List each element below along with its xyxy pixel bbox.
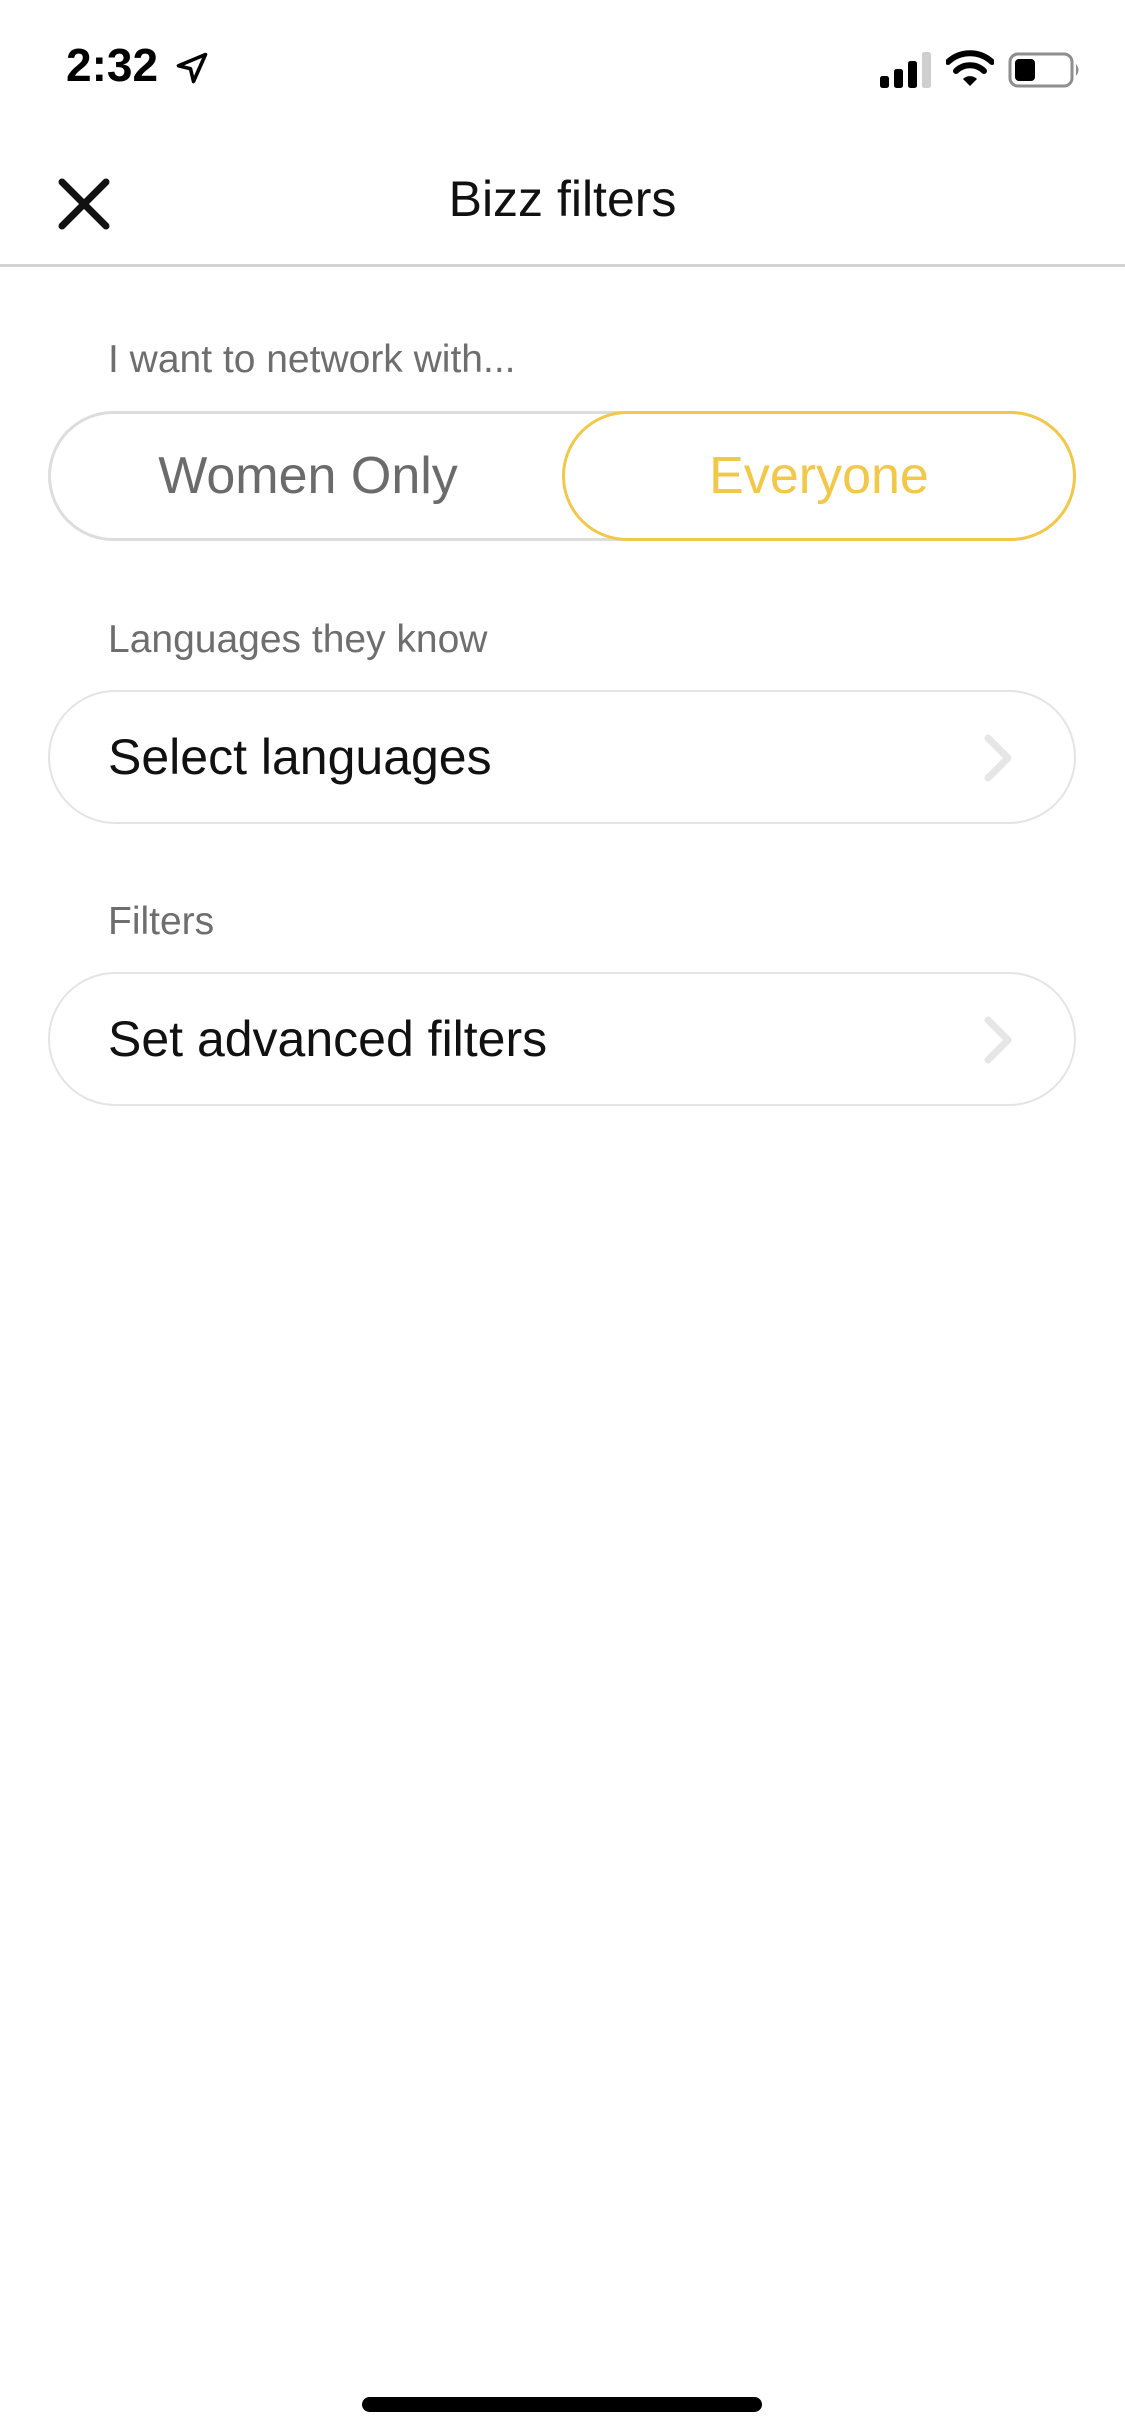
network-section-label: I want to network with... xyxy=(108,338,516,381)
network-segmented-control: Women Only Everyone xyxy=(48,411,1076,541)
advanced-filters-label: Set advanced filters xyxy=(108,1011,548,1067)
languages-section-label: Languages they know xyxy=(108,618,488,661)
cellular-signal-icon xyxy=(880,52,931,88)
status-time: 2:32 xyxy=(66,39,159,91)
option-everyone-label: Everyone xyxy=(709,447,929,505)
battery-icon xyxy=(1008,52,1079,88)
status-bar: 2:32 xyxy=(0,0,1125,132)
chevron-right-icon xyxy=(984,1016,1012,1064)
select-languages-row[interactable]: Select languages xyxy=(48,690,1076,824)
advanced-filters-row[interactable]: Set advanced filters xyxy=(48,972,1076,1106)
select-languages-label: Select languages xyxy=(108,729,492,785)
home-indicator[interactable] xyxy=(362,2397,762,2412)
page-title: Bizz filters xyxy=(448,171,677,227)
option-everyone[interactable]: Everyone xyxy=(562,411,1076,541)
option-women-only[interactable]: Women Only xyxy=(51,411,565,541)
location-arrow-icon xyxy=(176,52,208,84)
chevron-right-icon xyxy=(984,734,1012,782)
wifi-icon xyxy=(946,50,994,86)
option-women-only-label: Women Only xyxy=(158,447,458,505)
nav-bar: Bizz filters xyxy=(0,132,1125,267)
filters-section-label: Filters xyxy=(108,900,215,943)
